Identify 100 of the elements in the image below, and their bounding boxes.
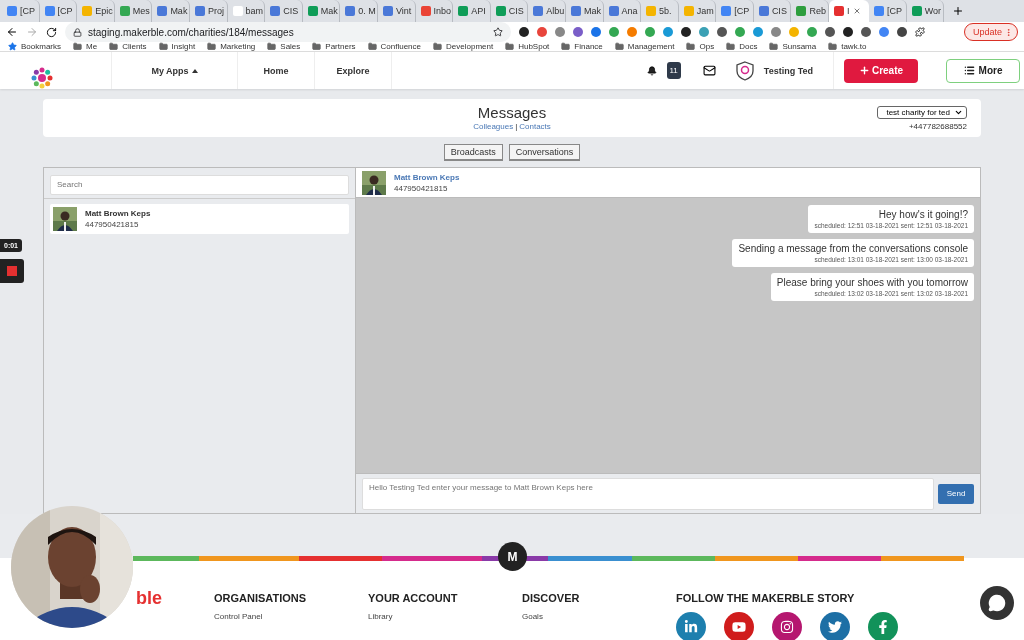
phone-number: +447782688552 [908,121,967,131]
bookmark[interactable]: Docs [726,42,758,51]
favicon-icon [911,6,922,16]
more-button[interactable]: More [946,58,1020,83]
message-input[interactable]: Hello Testing Ted enter your message to Matt Brown Keps here [362,477,934,510]
logo-text: ble [135,588,163,610]
kebab-icon [1004,27,1013,37]
folder-icon [312,42,322,51]
update-button[interactable]: Update [963,23,1018,41]
logo-badge: M [498,542,527,571]
bookmark[interactable]: Marketing [207,42,256,51]
folder-icon [73,42,82,51]
facebook-icon[interactable] [868,612,898,640]
favicon-icon [874,6,885,16]
folder-icon [686,42,696,51]
puzzle-icon[interactable] [915,27,925,37]
folder-icon [561,42,571,51]
bookmark[interactable]: Management [614,42,675,51]
nav-link[interactable]: My Apps [111,52,237,89]
bookmark[interactable]: Finance [561,42,603,51]
favicon-icon [307,6,318,16]
browser-tab[interactable]: I [829,0,870,22]
logo-icon [31,67,53,89]
favicon-icon [834,6,845,16]
folder-icon [207,42,217,51]
favicon-icon [194,6,205,16]
footer-heading: FOLLOW THE MAKERBLE STORY [676,592,856,604]
separator: | [515,121,518,131]
bookmark[interactable]: Sunsama [769,42,817,51]
favicon-icon [646,6,657,16]
bookmark[interactable]: Insight [158,42,196,51]
create-button[interactable]: Create [844,58,918,83]
bookmark[interactable]: Bookmarks [8,42,61,51]
view-tab[interactable]: Conversations [508,144,581,161]
view-tab[interactable]: Broadcasts [443,144,503,161]
favicon-icon [44,6,55,16]
contact-phone: 447950421815 [85,220,140,229]
lock-icon [73,27,82,37]
folder-icon [769,42,779,51]
bookmark[interactable]: Sales [267,42,301,51]
back-icon[interactable] [6,26,18,38]
colleagues-link[interactable]: Colleagues [473,121,514,131]
twitter-icon[interactable] [820,612,850,640]
charity-select[interactable]: test charity for ted [877,105,967,119]
folder-icon [367,42,377,51]
favicon-icon [608,6,619,16]
bookmark[interactable]: Clients [109,42,147,51]
favicon-icon [533,6,544,16]
favicon-icon [495,6,506,16]
bookmark[interactable]: Ops [686,42,715,51]
folder-icon [614,42,624,51]
reload-icon[interactable] [46,26,57,38]
address-bar[interactable]: staging.makerble.com/charities/184/messages [65,22,511,42]
folder-icon [267,42,277,51]
linkedin-icon[interactable] [676,612,706,640]
favicon-icon [683,6,694,16]
search-field[interactable]: Search [50,174,349,195]
close-icon[interactable] [852,7,861,15]
bookmark[interactable]: Confluence [367,42,422,51]
new-tab-icon[interactable] [952,5,965,17]
bookmark[interactable]: HubSpot [505,42,550,51]
folder-icon [505,42,515,51]
list-icon [963,65,975,76]
folder-icon [828,42,838,51]
favicon-icon [270,6,281,16]
instagram-icon[interactable] [772,612,802,640]
send-button[interactable]: Send [938,483,974,504]
favicon-icon [7,6,17,16]
contact-phone: 447950421815 [394,183,449,193]
footer-heading: DISCOVER [522,592,581,604]
nav-link[interactable]: Home [237,52,314,89]
favicon-icon [758,6,769,16]
favicon-icon [232,6,243,16]
bookmark[interactable]: Development [433,42,494,51]
nav-link[interactable]: Explore [314,52,391,89]
folder-icon [726,42,736,51]
caret-icon [191,68,198,73]
contacts-link[interactable]: Contacts [519,121,551,131]
favicon-icon [721,6,732,16]
star-icon[interactable] [493,27,503,37]
footer-heading: YOUR ACCOUNT [368,592,459,604]
bell-icon[interactable] [646,65,657,76]
footer-link[interactable]: Control Panel [214,612,368,621]
mail-icon[interactable] [702,64,716,77]
contact-item[interactable]: Matt Brown Keps 447950421815 [50,204,349,234]
footer-heading: ORGANISATIONS [214,592,308,604]
plus-icon [858,65,870,76]
page-title: Messages [476,105,548,122]
bookmark[interactable]: Partners [312,42,356,51]
folder-icon [158,42,168,51]
user-name[interactable]: Testing Ted [763,65,813,76]
bookmark[interactable]: tawk.to [828,42,867,51]
contact-name[interactable]: Matt Brown Keps [394,172,460,182]
youtube-icon[interactable] [724,612,754,640]
notification-badge: 11 [666,62,681,79]
stop-button[interactable] [0,259,24,283]
bookmark[interactable]: Me [73,42,98,51]
footer-link[interactable]: Goals [522,612,676,621]
footer-link[interactable]: Library [368,612,522,621]
favicon-icon [458,6,469,16]
